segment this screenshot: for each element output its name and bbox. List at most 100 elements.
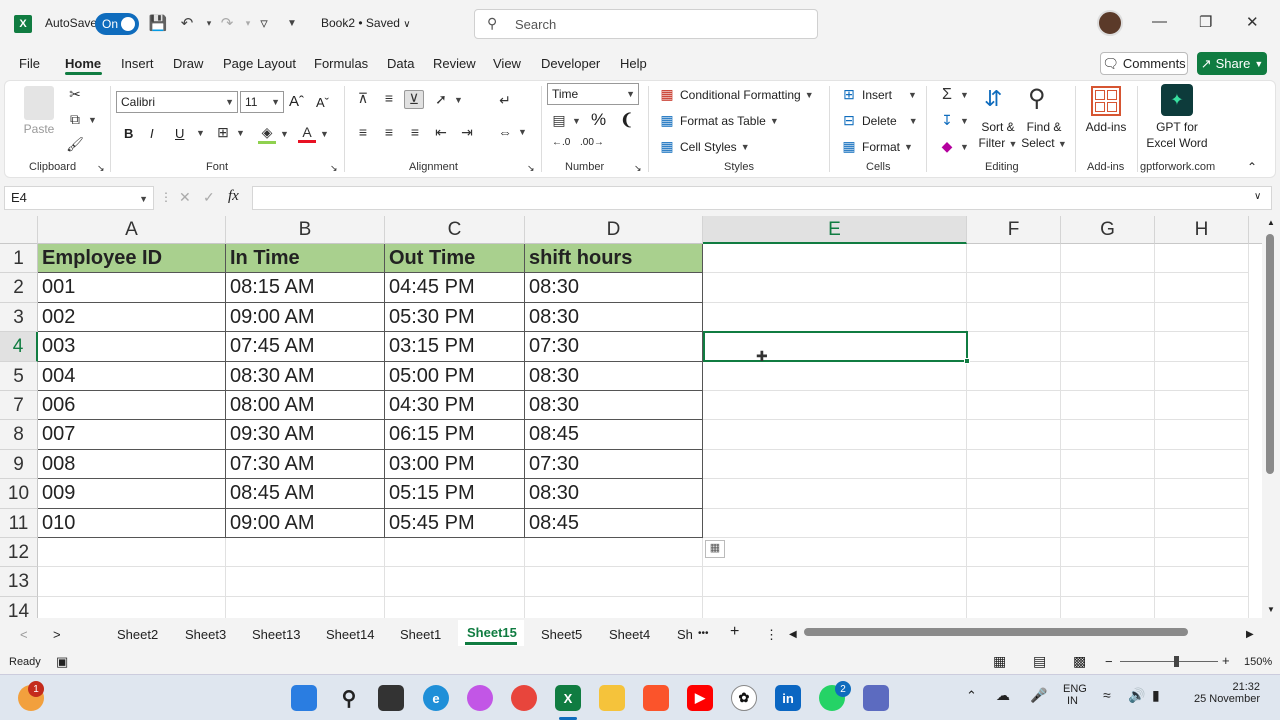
vertical-scroll-thumb[interactable] — [1266, 234, 1274, 474]
save-icon[interactable]: 💾 — [147, 12, 169, 34]
menu-help[interactable]: Help — [620, 56, 647, 71]
table-cell[interactable]: 04:45 PM — [385, 273, 525, 303]
table-cell[interactable]: 08:30 AM — [226, 361, 385, 391]
table-cell[interactable] — [1061, 420, 1155, 450]
sheet-tab-sheet13[interactable]: Sheet13 — [252, 627, 300, 642]
table-cell[interactable] — [703, 508, 967, 538]
table-cell[interactable] — [967, 479, 1061, 509]
row-header[interactable]: 10 — [0, 479, 38, 509]
table-cell[interactable]: 09:00 AM — [226, 302, 385, 333]
fill-button[interactable]: ↧ ▼ — [938, 112, 969, 129]
table-cell[interactable] — [703, 273, 967, 303]
table-cell[interactable] — [525, 567, 703, 597]
customize-toolbar-icon[interactable]: ▼ — [281, 12, 303, 34]
table-cell[interactable] — [1061, 391, 1155, 421]
table-cell[interactable]: 08:45 — [525, 420, 703, 450]
table-cell[interactable] — [1061, 273, 1155, 303]
dialog-launcher-icon[interactable]: ↘ — [330, 163, 338, 174]
table-cell[interactable]: 05:45 PM — [385, 508, 525, 538]
formula-input[interactable] — [252, 186, 1272, 210]
table-cell[interactable]: 003 — [38, 332, 226, 362]
table-cell[interactable] — [967, 361, 1061, 391]
row-header[interactable]: 11 — [0, 508, 38, 538]
autosum-button[interactable]: Σ ▼ — [938, 86, 969, 104]
table-cell[interactable] — [1061, 508, 1155, 538]
gpt-for-work-button[interactable]: GPT for Excel Word — [1142, 119, 1212, 151]
document-title[interactable]: Book2 • Saved ∨ — [321, 16, 411, 30]
menu-review[interactable]: Review — [433, 56, 476, 71]
table-cell[interactable] — [967, 567, 1061, 597]
increase-font-icon[interactable]: Aˆ — [289, 93, 304, 110]
restore-icon[interactable]: ❐ — [1199, 13, 1212, 31]
linkedin-icon[interactable]: in — [775, 685, 801, 711]
table-cell[interactable]: 09:00 AM — [226, 508, 385, 538]
table-cell[interactable] — [226, 538, 385, 568]
table-header-cell[interactable]: Out Time — [385, 244, 525, 274]
language-indicator[interactable]: ENG IN — [1063, 683, 1087, 707]
table-cell[interactable] — [226, 567, 385, 597]
table-cell[interactable]: 05:00 PM — [385, 361, 525, 391]
row-header[interactable]: 7 — [0, 391, 38, 421]
normal-view-icon[interactable]: ▦ — [993, 653, 1006, 670]
table-cell[interactable]: 006 — [38, 391, 226, 421]
column-header-i[interactable] — [1249, 216, 1262, 244]
horizontal-scrollbar[interactable] — [800, 628, 1245, 638]
table-cell[interactable] — [967, 391, 1061, 421]
volume-icon[interactable]: 🔊 — [1128, 687, 1145, 704]
column-header-b[interactable]: B — [226, 216, 385, 244]
clear-button[interactable]: ◆ ▼ — [938, 138, 969, 155]
table-cell[interactable] — [38, 567, 226, 597]
zoom-slider-thumb[interactable] — [1174, 656, 1179, 667]
sort-filter-button[interactable]: Sort & Filter ▼ — [974, 119, 1022, 152]
currency-button[interactable]: ▤ ▼ — [550, 112, 581, 129]
microphone-icon[interactable]: 🎤 — [1030, 687, 1047, 704]
column-header-e[interactable]: E — [703, 216, 967, 244]
table-cell[interactable] — [1061, 479, 1155, 509]
row-header[interactable]: 9 — [0, 449, 38, 480]
merge-center-button[interactable]: ⇔ ▼ — [496, 124, 527, 140]
font-name-select[interactable]: Calibri ▼ — [116, 91, 238, 113]
table-cell[interactable] — [1061, 449, 1155, 480]
decrease-decimal-button[interactable]: .00→ — [580, 137, 604, 148]
table-cell[interactable] — [1061, 361, 1155, 391]
autosave-toggle[interactable]: On — [95, 13, 139, 35]
menu-file[interactable]: File — [19, 56, 40, 71]
column-header-h[interactable]: H — [1155, 216, 1249, 244]
edge-icon[interactable]: e — [423, 685, 449, 711]
table-cell[interactable] — [967, 538, 1061, 568]
select-all-corner[interactable] — [0, 216, 38, 244]
align-right-button[interactable]: ≡ — [406, 124, 424, 140]
table-cell[interactable]: 007 — [38, 420, 226, 450]
prev-sheet-icon[interactable]: < — [20, 627, 28, 642]
cell-styles-button[interactable]: ▦ Cell Styles ▼ — [658, 138, 749, 155]
sheet-tab-truncated[interactable]: Sh — [677, 627, 693, 642]
column-header-a[interactable]: A — [38, 216, 226, 244]
table-cell[interactable] — [1155, 538, 1249, 568]
expand-formula-bar-icon[interactable]: ∨ — [1254, 191, 1261, 202]
menu-home[interactable]: Home — [65, 56, 101, 71]
table-cell[interactable]: 07:30 AM — [226, 449, 385, 480]
collapse-ribbon-icon[interactable]: ⌃ — [1247, 160, 1257, 174]
zoom-slider[interactable] — [1120, 661, 1218, 662]
menu-formulas[interactable]: Formulas — [314, 56, 368, 71]
table-header-cell[interactable]: Employee ID — [38, 244, 226, 274]
search-icon[interactable]: ⚲ — [336, 685, 362, 711]
table-cell[interactable]: 08:30 — [525, 391, 703, 421]
next-sheet-icon[interactable]: > — [53, 627, 61, 642]
quick-analysis-icon[interactable]: ▦ — [705, 540, 725, 558]
spreadsheet-grid[interactable]: A B C D E F G H 1 Employee ID In Time Out T… — [0, 216, 1262, 618]
font-color-button[interactable]: A ▼ — [298, 124, 329, 143]
page-layout-view-icon[interactable]: ▤ — [1033, 653, 1046, 670]
table-cell[interactable] — [967, 332, 1061, 362]
table-cell[interactable]: 07:30 — [525, 449, 703, 480]
table-cell[interactable]: 009 — [38, 479, 226, 509]
scroll-left-icon[interactable]: ◀ — [789, 629, 797, 640]
find-icon[interactable]: ⚲ — [1028, 84, 1046, 113]
fill-handle[interactable] — [964, 358, 970, 364]
paste-icon[interactable] — [24, 86, 54, 120]
fill-color-button[interactable]: ◈ ▼ — [258, 124, 289, 144]
align-top-button[interactable]: ⊼ — [354, 90, 372, 107]
menu-view[interactable]: View — [493, 56, 521, 71]
table-cell[interactable] — [1061, 596, 1155, 618]
wifi-icon[interactable]: ≈ — [1103, 687, 1111, 703]
